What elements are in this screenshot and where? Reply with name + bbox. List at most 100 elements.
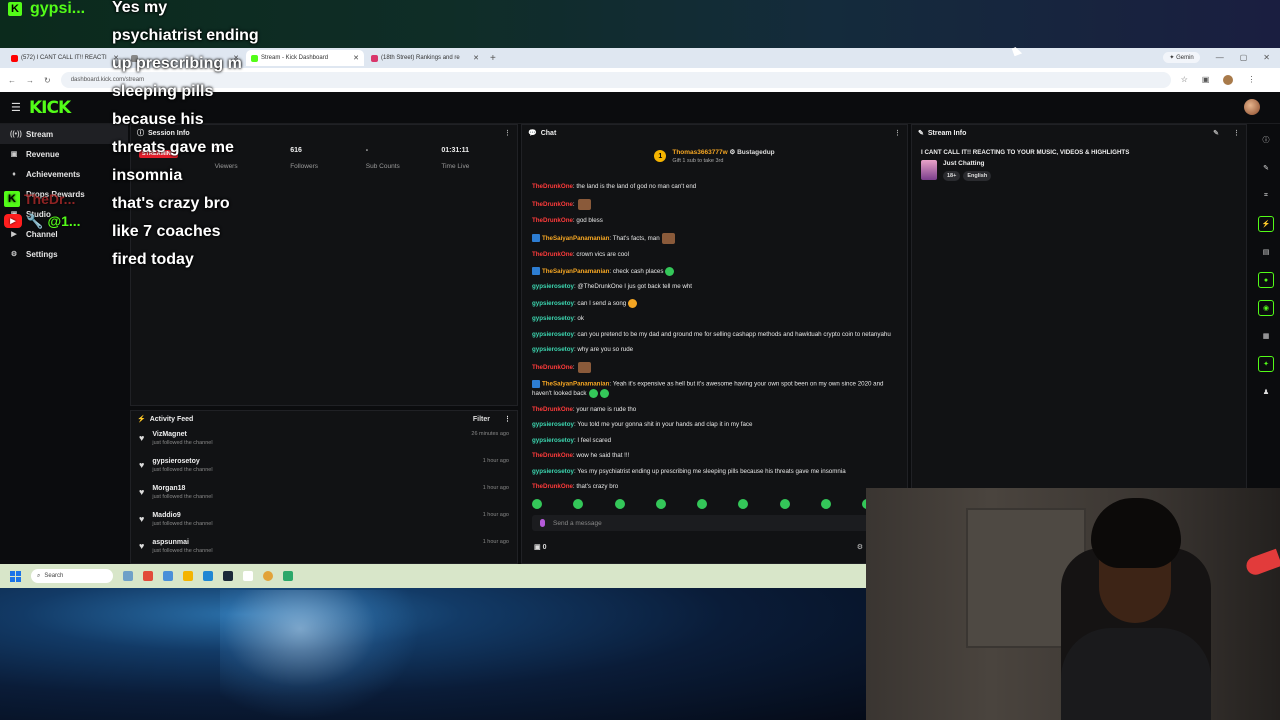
activity-time: 1 hour ago [482,458,509,464]
maximize-icon[interactable]: ▢ [1240,53,1248,62]
chat-icon[interactable]: ● [1258,272,1274,288]
sidebar-item-stream[interactable]: ((•)) Stream [0,124,128,144]
chat-username[interactable]: TheDrunkOne [532,217,573,224]
chrome-icon[interactable] [263,571,273,581]
chat-username[interactable]: gypsierosetoy [532,421,574,428]
chat-username[interactable]: TheDrunkOne [532,201,573,208]
broadcast-icon[interactable]: ◉ [1258,300,1274,316]
lightning-icon[interactable]: ⚡ [1258,216,1274,232]
heart-icon: ♥ [139,460,145,470]
emote-icon[interactable] [779,499,790,509]
more-options-icon[interactable]: ⋮ [1233,129,1240,137]
category-thumbnail [921,160,937,180]
sidebar-item-achievements[interactable]: ♦ Achievements [0,164,128,184]
chat-username[interactable]: gypsierosetoy [532,315,574,322]
steam-icon[interactable] [223,571,233,581]
pencil-icon[interactable]: ✎ [1258,160,1274,176]
kick-logo[interactable]: KICK [29,98,71,118]
extensions-icon[interactable]: ▣ [1202,75,1210,85]
crop-icon[interactable]: ⌗ [1258,188,1274,204]
chat-username[interactable]: gypsierosetoy [532,346,574,353]
chat-username[interactable]: gypsierosetoy [532,283,574,290]
badge-icon [532,234,540,242]
edge-icon[interactable] [203,571,213,581]
browser-menu-icon[interactable]: ⋮ [1247,75,1255,85]
wrench-icon[interactable]: ✦ [1258,356,1274,372]
chat-username[interactable]: TheDrunkOne [532,452,573,459]
users-icon[interactable]: ♟ [1258,384,1274,400]
pinned-user-2[interactable]: Bustagedup [737,149,775,156]
edit-icon[interactable]: ✎ [1213,129,1219,137]
filter-button[interactable]: Filter [473,416,490,423]
chat-message-input[interactable]: Send a message [532,515,872,531]
chat-username[interactable]: TheSaiyanPanamanian [542,381,609,388]
chat-username[interactable]: TheDrunkOne [532,406,573,413]
app-icon[interactable] [283,571,293,581]
weather-icon[interactable] [123,571,133,581]
chat-message: TheDrunkOne: crown vics are cool [532,251,629,258]
info-icon[interactable]: ⓘ [1258,132,1274,148]
more-options-icon[interactable]: ⋮ [504,129,511,137]
forward-icon[interactable]: → [26,76,34,85]
profile-avatar[interactable] [1223,75,1234,85]
overlay-line: sleeping pills [112,83,214,100]
chat-username[interactable]: gypsierosetoy [532,437,574,444]
user-avatar[interactable] [1244,99,1260,115]
chat-username[interactable]: gypsierosetoy [532,300,574,307]
app-icon[interactable] [163,571,173,581]
more-options-icon[interactable]: ⋮ [894,129,901,137]
pinned-user[interactable]: Thomas3663777w [672,149,727,156]
activity-feed-panel: ⚡ Activity Feed Filter ⋮ ♥ VizMagnet just fol… [130,410,518,564]
windows-start-icon[interactable] [10,570,21,582]
chat-username[interactable]: gypsierosetoy [532,331,574,338]
chat-settings-icon[interactable]: ⚙ [857,543,863,551]
app-icon[interactable] [143,571,153,581]
gemini-button[interactable]: ✦ Gemin [1163,52,1200,63]
chat-message: gypsierosetoy: @TheDrunkOne I jus got ba… [532,283,693,291]
chat-text: god bless [576,217,603,224]
layout-icon[interactable]: ▦ [1258,328,1274,344]
emote-icon[interactable] [820,499,831,509]
notepad-icon[interactable] [243,571,253,581]
back-icon[interactable]: ← [8,76,16,85]
chat-username[interactable]: TheSaiyanPanamanian [542,268,609,275]
chat-message: gypsierosetoy: can I send a song [532,298,892,308]
pinned-gift-banner[interactable]: 1 Thomas3663777w ⚙ Bustagedup Gift 1 sub… [522,141,907,171]
folder-icon[interactable] [183,571,193,581]
emote-icon[interactable] [655,499,666,509]
close-tab-icon[interactable]: ✕ [353,54,359,62]
notes-icon[interactable]: ▤ [1258,244,1274,260]
sidebar-item-revenue[interactable]: ▣ Revenue [0,144,128,164]
taskbar-search[interactable]: ⌕ Search [31,569,113,583]
activity-user[interactable]: aspsunmai [152,539,212,546]
reload-icon[interactable]: ↻ [44,76,51,85]
emote-icon[interactable] [614,499,625,509]
chat-username[interactable]: TheDrunkOne [532,251,573,258]
emote-icon[interactable] [573,499,584,509]
new-tab-icon[interactable]: + [490,53,496,64]
browser-tab[interactable]: (572) I CANT CALL IT!! REACTI ✕ [6,50,124,66]
sidebar-item-settings[interactable]: ⚙ Settings [0,244,128,264]
chat-text: the land is the land of god no man can't… [576,183,697,190]
browser-tab[interactable]: (18th Street) Rankings and re ✕ [366,50,484,66]
close-tab-icon[interactable]: ✕ [473,54,479,62]
more-options-icon[interactable]: ⋮ [504,415,511,423]
gift-icon[interactable]: ▣ [534,544,541,551]
activity-user[interactable]: VizMagnet [152,431,212,438]
desktop-wallpaper [0,588,866,720]
bookmark-star-icon[interactable]: ☆ [1181,75,1188,85]
hamburger-menu-icon[interactable]: ☰ [11,101,21,114]
minimize-icon[interactable]: — [1216,53,1224,62]
emote-icon[interactable] [697,499,707,509]
activity-user[interactable]: Maddio9 [152,512,212,519]
chat-username[interactable]: TheDrunkOne [532,483,573,490]
emote-icon[interactable] [532,499,542,509]
chat-username[interactable]: TheDrunkOne [532,183,573,190]
activity-user[interactable]: Morgan18 [152,485,212,492]
activity-user[interactable]: gypsierosetoy [152,458,212,465]
emote-icon[interactable] [738,499,749,509]
chat-username[interactable]: TheDrunkOne [532,364,573,371]
close-window-icon[interactable]: ✕ [1263,53,1270,62]
chat-username[interactable]: gypsierosetoy [532,468,574,475]
chat-username[interactable]: TheSaiyanPanamanian [542,235,609,242]
